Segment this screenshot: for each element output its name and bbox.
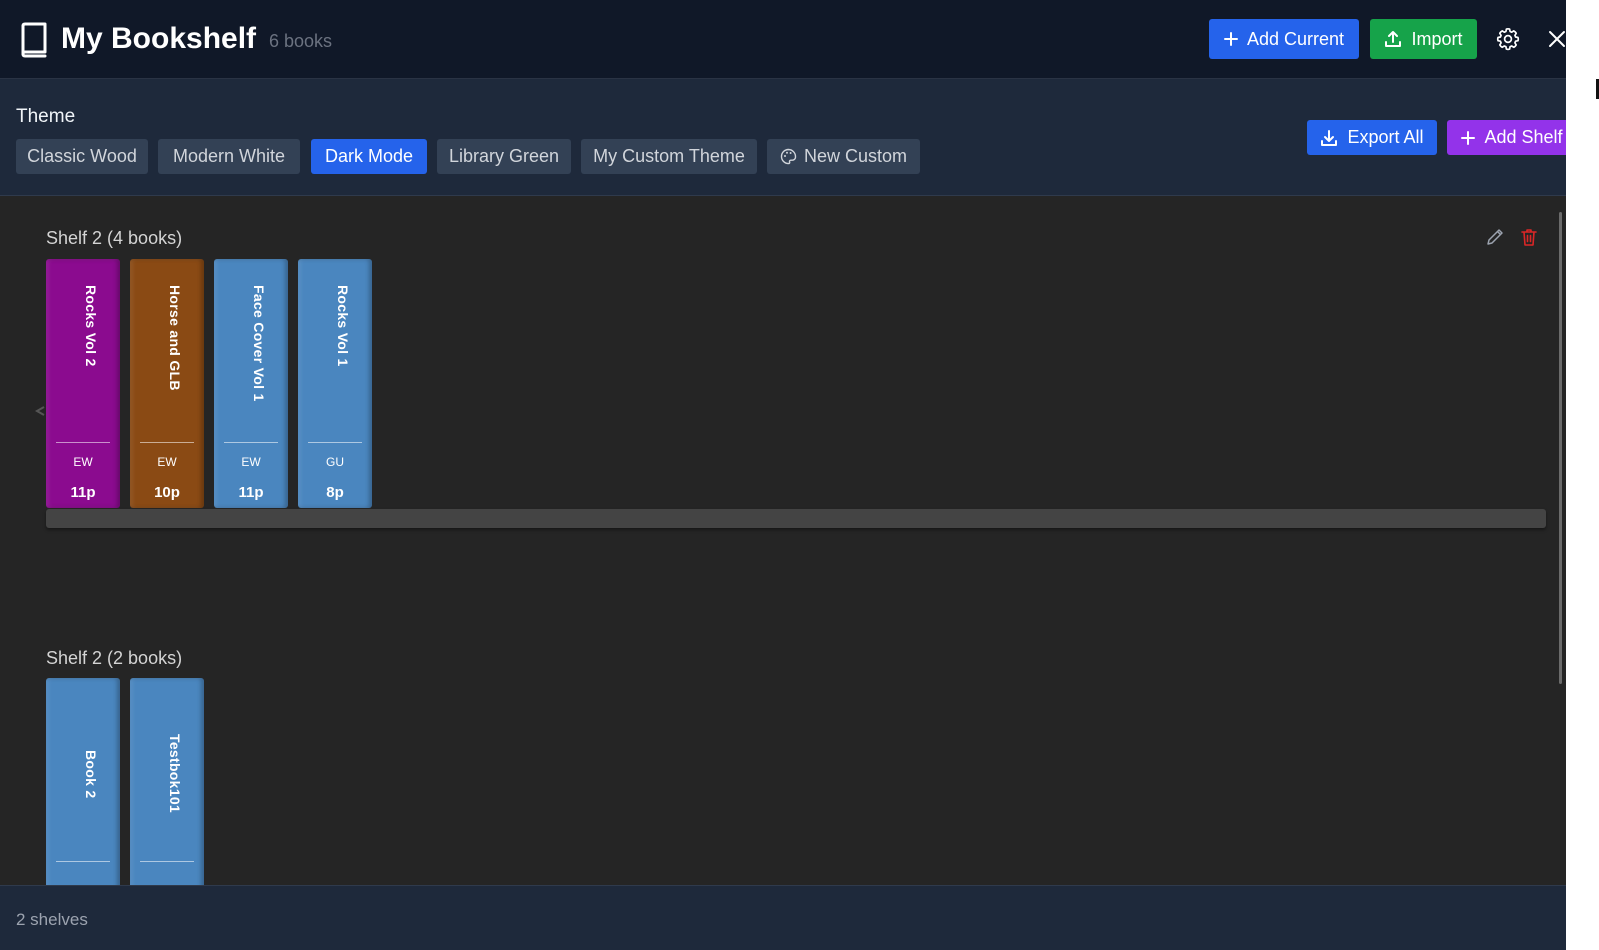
book-divider: [308, 442, 362, 443]
book-spine[interactable]: Book 2: [46, 678, 120, 885]
book-icon: [21, 22, 47, 58]
theme-option-label: Classic Wood: [27, 146, 137, 166]
book-author: EW: [241, 455, 261, 469]
theme-panel: Theme Classic Wood Modern White Dark Mod…: [0, 79, 1577, 196]
book-row: Rocks Vol 2 EW 11p Horse and GLB EW 10p …: [46, 259, 372, 508]
book-title: Testbok101: [167, 734, 183, 813]
add-current-button[interactable]: Add Current: [1209, 19, 1359, 59]
book-divider: [140, 442, 194, 443]
theme-option-label: My Custom Theme: [593, 146, 745, 166]
book-row: Book 2 Testbok101: [46, 678, 204, 885]
window-edge: [1566, 0, 1599, 950]
trash-icon[interactable]: [1518, 226, 1540, 248]
add-current-label: Add Current: [1246, 28, 1345, 49]
book-author: EW: [157, 455, 177, 469]
gear-icon: [1496, 27, 1520, 51]
drag-handle-icon[interactable]: [33, 401, 47, 421]
theme-my-custom-theme-button[interactable]: My Custom Theme: [581, 139, 757, 174]
app-title: My Bookshelf: [61, 22, 257, 55]
book-divider: [140, 861, 194, 862]
shelf-title: Shelf 2 (4 books): [46, 228, 183, 248]
book-divider: [224, 442, 278, 443]
book-count: 6 books: [269, 31, 333, 51]
theme-classic-wood-button[interactable]: Classic Wood: [16, 139, 148, 174]
theme-dark-mode-button[interactable]: Dark Mode: [311, 139, 427, 174]
book-spine[interactable]: Face Cover Vol 1 EW 11p: [214, 259, 288, 508]
close-icon: [1549, 31, 1565, 47]
palette-icon: [780, 148, 797, 165]
shelves-area: Shelf 2 (4 books) Rocks Vol 2 EW 11p Hor…: [0, 196, 1566, 885]
upload-icon: [1385, 31, 1402, 47]
book-spine[interactable]: Horse and GLB EW 10p: [130, 259, 204, 508]
scrollbar-thumb[interactable]: [1559, 212, 1562, 684]
book-title: Book 2: [83, 750, 99, 799]
book-divider: [56, 442, 110, 443]
theme-option-label: Library Green: [448, 146, 560, 166]
book-pages: 11p: [238, 484, 264, 501]
book-spine[interactable]: Testbok101: [130, 678, 204, 885]
add-shelf-label: Add Shelf: [1484, 127, 1563, 147]
book-title: Rocks Vol 1: [335, 285, 351, 367]
plus-icon: [1223, 32, 1238, 46]
theme-library-green-button[interactable]: Library Green: [437, 139, 571, 174]
book-pages: 11p: [70, 484, 96, 501]
shelf-title: Shelf 2 (2 books): [46, 648, 183, 668]
shelf-board: [46, 509, 1546, 528]
download-icon: [1321, 129, 1338, 146]
pencil-icon[interactable]: [1484, 226, 1506, 248]
book-title: Face Cover Vol 1: [251, 285, 267, 402]
import-button[interactable]: Import: [1370, 19, 1477, 59]
shelf-count: 2 shelves: [16, 910, 88, 929]
theme-option-label: Modern White: [172, 146, 286, 166]
theme-option-label: New Custom: [803, 146, 908, 166]
vertical-scrollbar[interactable]: [1556, 196, 1566, 885]
plus-icon: [1461, 130, 1476, 145]
book-pages: 8p: [326, 484, 344, 501]
book-title: Rocks Vol 2: [83, 285, 99, 367]
book-pages: 10p: [154, 484, 180, 501]
theme-label: Theme: [16, 106, 76, 127]
book-spine[interactable]: Rocks Vol 2 EW 11p: [46, 259, 120, 508]
book-author: GU: [326, 455, 344, 469]
import-label: Import: [1411, 28, 1463, 49]
export-all-label: Export All: [1347, 127, 1424, 147]
theme-modern-white-button[interactable]: Modern White: [158, 139, 300, 174]
new-custom-theme-button[interactable]: New Custom: [767, 139, 920, 174]
book-divider: [56, 861, 110, 862]
settings-button[interactable]: [1493, 24, 1523, 54]
app-header: My Bookshelf 6 books Add Current Import: [0, 0, 1566, 79]
book-title: Horse and GLB: [167, 285, 183, 391]
book-author: EW: [73, 455, 93, 469]
status-footer: 2 shelves: [0, 885, 1566, 950]
book-spine[interactable]: Rocks Vol 1 GU 8p: [298, 259, 372, 508]
add-shelf-button[interactable]: Add Shelf: [1447, 120, 1577, 155]
export-all-button[interactable]: Export All: [1307, 120, 1437, 155]
theme-option-label: Dark Mode: [324, 146, 414, 166]
